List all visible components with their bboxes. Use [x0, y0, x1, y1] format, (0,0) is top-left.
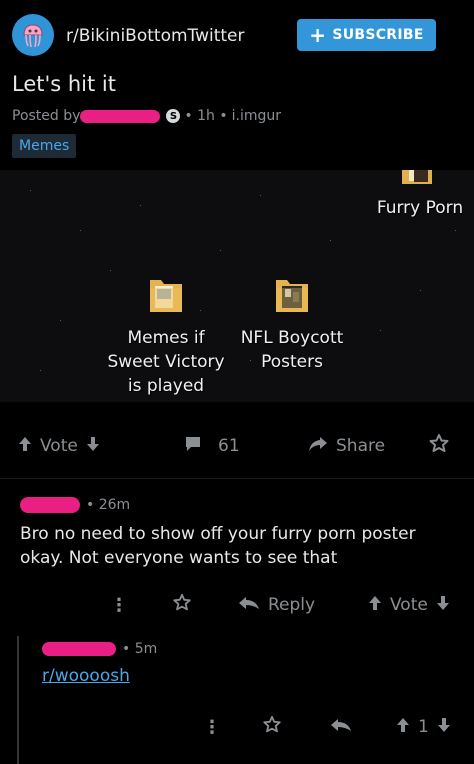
folder-icon[interactable] [274, 274, 310, 314]
vote-group: Vote [18, 428, 100, 464]
downvote-icon[interactable] [436, 595, 450, 616]
vote-label: Vote [390, 595, 428, 615]
comment-meta: • 26m [20, 497, 130, 513]
post-age: • 1h • [184, 108, 228, 124]
folder-label-nfl: NFL Boycott Posters [226, 326, 358, 374]
comment-actions: ⋮ 1 [0, 712, 474, 742]
downvote-icon[interactable] [437, 717, 451, 738]
folder-label-memes: Memes if Sweet Victory is played [95, 326, 237, 398]
folder-label-furry: Furry Porn [376, 198, 464, 218]
subreddit-link[interactable]: r/woooosh [42, 666, 130, 686]
comment-award-button[interactable] [172, 590, 192, 620]
subscribe-button[interactable]: + SUBSCRIBE [297, 19, 436, 51]
more-options-button[interactable]: ⋮ [110, 590, 128, 620]
comment-actions: ⋮ Reply Vote [0, 590, 474, 620]
share-button[interactable]: Share [308, 428, 385, 464]
comment-count: 61 [218, 436, 240, 456]
folder-icon[interactable] [400, 170, 434, 186]
folder-label-line: Sweet Victory [107, 352, 225, 372]
post-meta: Posted by S • 1h • i.imgur [12, 108, 281, 124]
vote-label: Vote [40, 436, 78, 456]
post-image[interactable]: Furry Porn Memes if Sweet Victory is pla… [0, 170, 474, 402]
subscribe-label: SUBSCRIBE [332, 27, 424, 43]
thread-line[interactable] [17, 636, 19, 764]
redacted-username [20, 497, 80, 513]
award-icon [172, 593, 192, 618]
folder-label-line: is played [127, 376, 205, 396]
comment-icon [184, 435, 202, 458]
plus-icon: + [309, 23, 327, 47]
redacted-username [80, 109, 161, 123]
upvote-icon[interactable] [368, 595, 382, 616]
reply-icon [238, 595, 260, 615]
more-vertical-icon: ⋮ [203, 716, 221, 738]
subreddit-name[interactable]: r/BikiniBottomTwitter [66, 26, 245, 46]
comment-meta: • 5m [42, 641, 157, 657]
post-domain[interactable]: i.imgur [232, 108, 281, 124]
downvote-icon[interactable] [86, 436, 100, 457]
more-vertical-icon: ⋮ [110, 594, 128, 616]
folder-label-line: Memes if [127, 328, 205, 348]
comment-vote-group: 1 [396, 712, 451, 742]
reply-button[interactable] [330, 712, 352, 742]
award-icon [262, 715, 282, 740]
subreddit-avatar[interactable] [12, 14, 54, 56]
folder-label-line: NFL Boycott [240, 328, 344, 348]
share-icon [308, 436, 328, 457]
upvote-icon[interactable] [18, 436, 32, 457]
user-badge: S [166, 109, 181, 123]
comment-award-button[interactable] [262, 712, 282, 742]
posted-by-label: Posted by [12, 108, 81, 124]
folder-label-line: Posters [261, 352, 323, 372]
comment-body: Bro no need to show off your furry porn … [20, 524, 416, 568]
reply-button[interactable]: Reply [238, 590, 315, 620]
vote-count: 1 [418, 717, 429, 737]
post-flair[interactable]: Memes [12, 134, 77, 158]
divider [0, 478, 474, 479]
reply-label: Reply [268, 595, 316, 615]
more-options-button[interactable]: ⋮ [203, 712, 221, 742]
post-actions-bar: Vote 61 Share [0, 428, 474, 464]
comments-button[interactable]: 61 [184, 428, 240, 464]
redacted-username [42, 642, 116, 656]
comment-vote-group: Vote [368, 590, 450, 620]
share-label: Share [336, 436, 386, 456]
folder-icon[interactable] [148, 274, 184, 314]
comment-age: • 5m [122, 641, 158, 657]
post-title[interactable]: Let's hit it [12, 72, 116, 96]
comment-age: • 26m [86, 497, 131, 513]
award-icon [428, 433, 450, 460]
jellyfish-avatar-icon [23, 24, 43, 48]
award-button[interactable] [428, 428, 450, 464]
reply-icon [330, 717, 352, 737]
upvote-icon[interactable] [396, 717, 410, 738]
